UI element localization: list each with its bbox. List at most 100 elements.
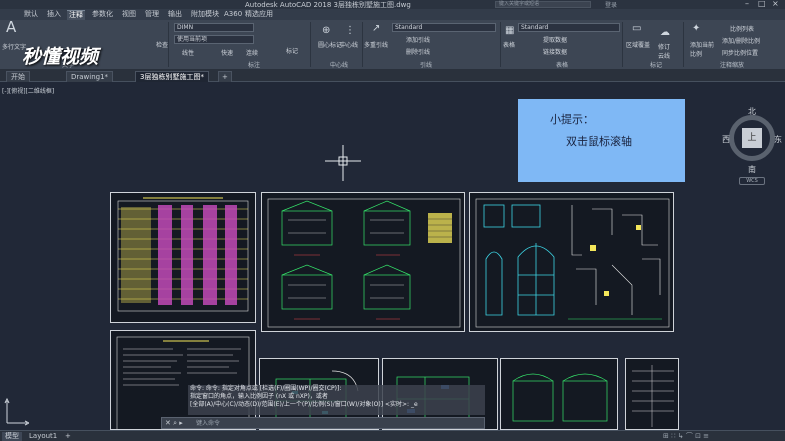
table-button[interactable]: 表格 <box>503 40 515 49</box>
panel-separator <box>683 22 684 67</box>
doc-tab-villa[interactable]: 3层独栋别墅施工图* <box>135 71 209 82</box>
viewcube-top-face[interactable]: 上 <box>742 128 762 148</box>
compass-west[interactable]: 西 <box>722 134 730 145</box>
panel-title-markup: 标记 <box>650 62 663 69</box>
link-data-button[interactable]: 链接数据 <box>543 47 567 56</box>
viewcube[interactable]: 上 北 南 西 东 WCS <box>722 106 782 185</box>
center-mark-icon[interactable]: ⊕ <box>322 26 330 36</box>
maximize-icon[interactable]: □ <box>758 0 766 8</box>
dim-style-select[interactable]: DIMN <box>174 23 254 32</box>
panel-title-leader: 引线 <box>420 62 433 69</box>
tab-manage[interactable]: 管理 <box>143 10 161 20</box>
panel-separator <box>362 22 363 67</box>
watermark-logo: 秒懂视频 <box>22 46 99 68</box>
command-history-line: 命令: 命令: 指定对角点或 [栏选(F)/圈围(WP)/圈交(CP)]: <box>190 385 342 392</box>
extract-data-button[interactable]: 提取数据 <box>543 35 567 44</box>
layout-tab-model[interactable]: 模型 <box>2 432 22 441</box>
command-input[interactable] <box>196 419 476 428</box>
layout-tab-layout1[interactable]: Layout1 <box>26 432 60 441</box>
linear-dim-button[interactable]: 线性 <box>182 48 194 57</box>
add-current-scale-button[interactable]: 添加当前比例 <box>690 40 714 58</box>
ribbon: A 多行文字 检查 150 文字 DIMN 使用当前项 线性 快速 连续 标记 … <box>0 20 785 69</box>
quick-dim-button[interactable]: 快速 <box>221 48 233 57</box>
centerline-button[interactable]: 中心线 <box>340 40 358 49</box>
add-scale-icon[interactable]: ✦ <box>692 24 700 34</box>
minimize-icon[interactable]: – <box>745 0 749 8</box>
dim-mark-button[interactable]: 标记 <box>286 46 298 55</box>
compass-east[interactable]: 东 <box>774 134 782 145</box>
drawing-sheet[interactable] <box>469 192 674 332</box>
multileader-button[interactable]: 多重引线 <box>364 40 388 49</box>
detail-drawing <box>475 198 670 328</box>
revcloud-button[interactable]: 修订云线 <box>658 42 672 60</box>
tab-insert[interactable]: 插入 <box>45 10 63 20</box>
add-leader-button[interactable]: 添加引线 <box>406 35 430 44</box>
doc-tab-drawing1[interactable]: Drawing1* <box>66 71 114 82</box>
title-block-drawing <box>632 365 674 427</box>
remove-leader-button[interactable]: 删除引线 <box>406 47 430 56</box>
continue-dim-button[interactable]: 连续 <box>246 48 258 57</box>
ucs-icon <box>4 397 29 426</box>
title-bar: Autodesk AutoCAD 2018 3层独栋别墅施工图.dwg 键入关键… <box>0 0 785 9</box>
crosshair-cursor <box>325 145 361 181</box>
multileader-icon[interactable]: ↗ <box>372 24 380 34</box>
drawing-canvas[interactable]: [-][俯视][二维线框] 小提示： 双击鼠标滚轴 上 北 南 西 东 WCS <box>0 82 785 430</box>
close-command-line-icon[interactable]: ✕ ⌕ ▸ <box>165 419 183 428</box>
viewport-controls[interactable]: [-][俯视][二维线框] <box>2 86 54 95</box>
dim-layer-select[interactable]: 使用当前项 <box>174 35 254 44</box>
command-history-line: [全部(A)/中心(C)/动态(D)/范围(E)/上一个(P)/比例(S)/窗口… <box>190 401 418 408</box>
panel-title-centerline: 中心线 <box>330 62 349 69</box>
tab-parametric[interactable]: 参数化 <box>90 10 115 20</box>
add-layout-icon[interactable]: + <box>62 432 74 441</box>
doc-tab-start[interactable]: 开始 <box>6 71 30 82</box>
drawing-sheet[interactable] <box>110 192 256 323</box>
wipeout-button[interactable]: 区域覆盖 <box>626 40 650 49</box>
drawing-sheet[interactable] <box>261 192 465 332</box>
tip-title: 小提示： <box>550 113 594 126</box>
table-icon[interactable]: ▦ <box>505 26 514 36</box>
panel-separator <box>168 22 169 67</box>
command-line: ✕ ⌕ ▸ <box>161 417 485 429</box>
table-style-select[interactable]: Standard <box>518 23 620 32</box>
centerline-icon[interactable]: ⋮ <box>345 26 355 36</box>
check-spelling-button[interactable]: 检查 <box>156 40 168 49</box>
new-tab-icon[interactable]: + <box>218 71 232 82</box>
elevation-drawing <box>267 198 461 328</box>
tab-a360[interactable]: A360 <box>222 10 244 20</box>
status-toggles[interactable]: ⊞ ∷ ↳ ⌒ ⊡ ≡ <box>660 432 712 441</box>
tab-annotate[interactable]: 注释 <box>67 10 85 20</box>
panel-title-table: 表格 <box>556 62 569 69</box>
drawing-sheet[interactable] <box>110 330 256 430</box>
scale-list-button[interactable]: 比例列表 <box>730 24 754 33</box>
add-delete-scale-button[interactable]: 添加/删除比例 <box>722 36 760 45</box>
tab-featured-apps[interactable]: 精选应用 <box>243 10 275 20</box>
floor-plan-drawing <box>512 373 608 422</box>
wipeout-icon[interactable]: ▭ <box>632 24 641 34</box>
tab-default[interactable]: 默认 <box>22 10 40 20</box>
center-mark-button[interactable]: 圆心标记 <box>318 40 342 49</box>
schedule-table-drawing <box>117 197 249 312</box>
layout-tab-bar: 模型 Layout1 + ⊞ ∷ ↳ ⌒ ⊡ ≡ <box>0 430 785 441</box>
tab-view[interactable]: 视图 <box>120 10 138 20</box>
panel-title-dimension: 标注 <box>248 62 261 69</box>
panel-separator <box>500 22 501 67</box>
tip-overlay: 小提示： 双击鼠标滚轴 <box>518 99 685 182</box>
login-link[interactable]: 登录 <box>605 0 617 9</box>
compass-north[interactable]: 北 <box>748 106 756 117</box>
command-history: 命令: 命令: 指定对角点或 [栏选(F)/圈围(WP)/圈交(CP)]: 指定… <box>188 385 485 415</box>
multiline-text-icon[interactable]: A <box>6 20 16 35</box>
revcloud-icon[interactable]: ☁ <box>660 28 670 38</box>
wcs-menu[interactable]: WCS <box>739 177 765 185</box>
panel-title-annotation-scaling: 注释缩放 <box>720 62 745 69</box>
close-icon[interactable]: × <box>772 0 779 8</box>
panel-separator <box>310 22 311 67</box>
sync-scale-position-button[interactable]: 同步比例位置 <box>722 48 758 57</box>
leader-style-select[interactable]: Standard <box>392 23 496 32</box>
compass-south[interactable]: 南 <box>748 164 756 175</box>
tip-body: 双击鼠标滚轴 <box>566 135 632 148</box>
tab-output[interactable]: 输出 <box>166 10 184 20</box>
tab-addins[interactable]: 附加模块 <box>189 10 221 20</box>
drawing-sheet[interactable] <box>625 358 679 430</box>
drawing-sheet[interactable] <box>500 358 618 430</box>
search-input[interactable]: 键入关键字或短语 <box>495 1 591 8</box>
